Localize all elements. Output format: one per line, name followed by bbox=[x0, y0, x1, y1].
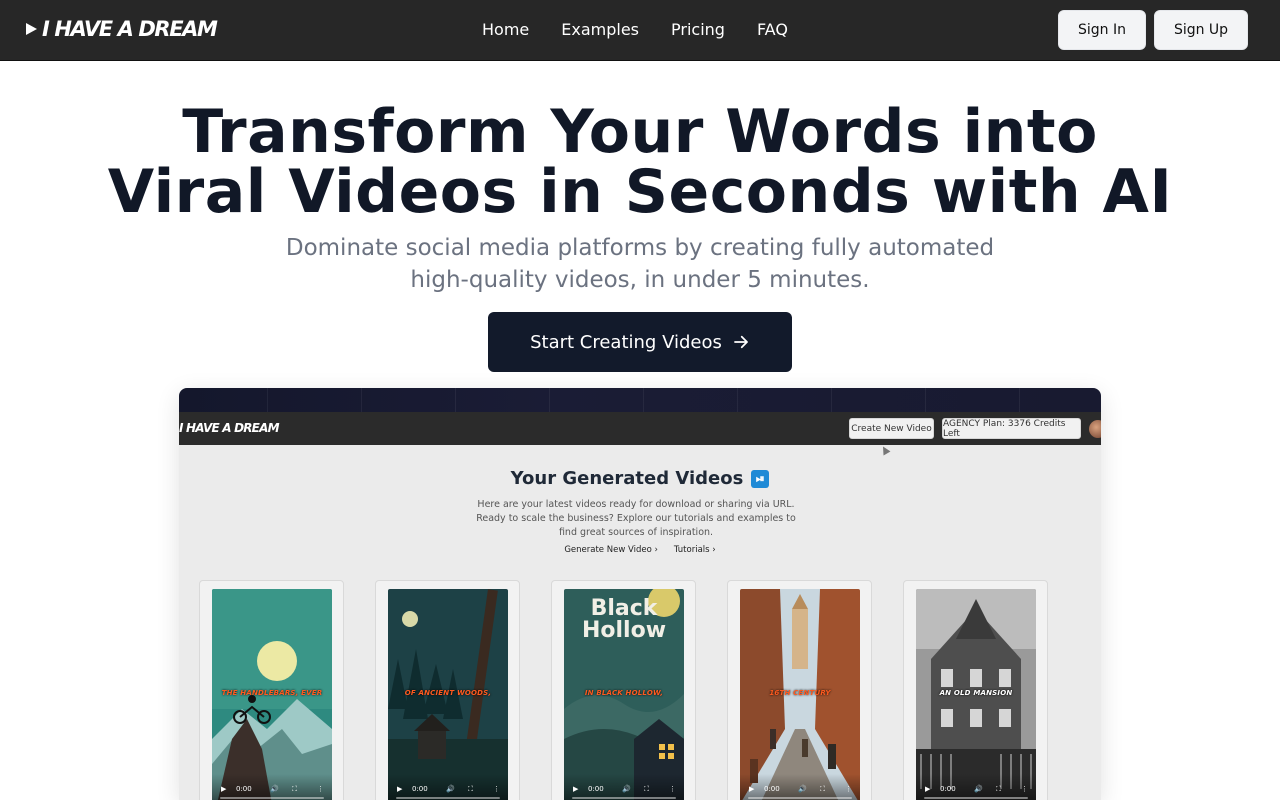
nav-link-faq[interactable]: FAQ bbox=[757, 19, 788, 41]
video-card: AN OLD MANSION ▶ 0:00 🔊 ⛶ ⋮ bbox=[903, 580, 1048, 800]
preview-navbar: I HAVE A DREAM Create New Video AGENCY P… bbox=[179, 412, 1101, 445]
preview-links: Generate New Video › Tutorials › bbox=[179, 545, 1101, 555]
video-controls: ▶ 0:00 🔊 ⛶ ⋮ bbox=[388, 774, 508, 800]
tutorials-link[interactable]: Tutorials › bbox=[674, 545, 716, 555]
video-card: Black Hollow IN BLACK HOLLOW, ▶ 0:00 🔊 ⛶… bbox=[551, 580, 696, 800]
sign-in-button[interactable]: Sign In bbox=[1058, 10, 1146, 50]
nav-link-examples[interactable]: Examples bbox=[561, 19, 639, 41]
video-player[interactable]: AN OLD MANSION ▶ 0:00 🔊 ⛶ ⋮ bbox=[916, 589, 1036, 800]
video-controls: ▶ 0:00 🔊 ⛶ ⋮ bbox=[916, 774, 1036, 800]
video-progress-track[interactable] bbox=[572, 797, 676, 799]
cursor-icon bbox=[879, 444, 891, 456]
play-icon[interactable]: ▶ bbox=[221, 785, 226, 793]
hero-subtitle-line-2: high-quality videos, in under 5 minutes. bbox=[410, 267, 870, 293]
play-icon[interactable]: ▶ bbox=[573, 785, 578, 793]
video-caption: OF ANCIENT WOODS, bbox=[404, 689, 492, 697]
cta-label: Start Creating Videos bbox=[530, 331, 722, 353]
video-caption: IN BLACK HOLLOW, bbox=[584, 689, 664, 697]
more-options-icon[interactable]: ⋮ bbox=[493, 785, 500, 793]
video-card: THE HANDLEBARS, EVER ▶ 0:00 🔊 ⛶ ⋮ bbox=[199, 580, 344, 800]
play-pause-icon: ⏯ bbox=[751, 469, 770, 488]
generate-new-video-link[interactable]: Generate New Video › bbox=[564, 545, 658, 555]
preview-heading-text: Your Generated Videos bbox=[510, 468, 744, 489]
preview-logo: I HAVE A DREAM bbox=[179, 421, 280, 435]
top-navbar: I HAVE A DREAM Home Examples Pricing FAQ… bbox=[0, 0, 1280, 61]
fullscreen-icon[interactable]: ⛶ bbox=[820, 785, 825, 794]
video-time: 0:00 bbox=[940, 785, 956, 793]
video-player[interactable]: OF ANCIENT WOODS, ▶ 0:00 🔊 ⛶ ⋮ bbox=[388, 589, 508, 800]
hero-subtitle: Dominate social media platforms by creat… bbox=[260, 232, 1020, 296]
nav-link-pricing[interactable]: Pricing bbox=[671, 19, 725, 41]
volume-icon[interactable]: 🔊 bbox=[622, 785, 631, 793]
video-time: 0:00 bbox=[588, 785, 604, 793]
play-icon[interactable]: ▶ bbox=[397, 785, 402, 793]
hero-title-line-2: Viral Videos in Seconds with AI bbox=[107, 157, 1173, 227]
video-player[interactable]: 16TH CENTURY ▶ 0:00 🔊 ⛶ ⋮ bbox=[740, 589, 860, 800]
video-controls: ▶ 0:00 🔊 ⛶ ⋮ bbox=[740, 774, 860, 800]
video-caption: AN OLD MANSION bbox=[939, 689, 1013, 697]
more-options-icon[interactable]: ⋮ bbox=[1021, 785, 1028, 793]
video-player[interactable]: Black Hollow IN BLACK HOLLOW, ▶ 0:00 🔊 ⛶… bbox=[564, 589, 684, 800]
video-time: 0:00 bbox=[412, 785, 428, 793]
video-time: 0:00 bbox=[764, 785, 780, 793]
volume-icon[interactable]: 🔊 bbox=[798, 785, 807, 793]
volume-icon[interactable]: 🔊 bbox=[270, 785, 279, 793]
hero-title: Transform Your Words into Viral Videos i… bbox=[0, 102, 1280, 222]
video-player[interactable]: THE HANDLEBARS, EVER ▶ 0:00 🔊 ⛶ ⋮ bbox=[212, 589, 332, 800]
video-time: 0:00 bbox=[236, 785, 252, 793]
preview-top-strip bbox=[179, 388, 1101, 412]
logo-text: I HAVE A DREAM bbox=[42, 17, 218, 41]
play-icon[interactable]: ▶ bbox=[925, 785, 930, 793]
create-new-video-button[interactable]: Create New Video bbox=[849, 418, 934, 439]
video-progress-track[interactable] bbox=[924, 797, 1028, 799]
video-caption: 16TH CENTURY bbox=[769, 689, 831, 697]
avatar[interactable] bbox=[1089, 420, 1101, 438]
more-options-icon[interactable]: ⋮ bbox=[845, 785, 852, 793]
volume-icon[interactable]: 🔊 bbox=[446, 785, 455, 793]
play-icon[interactable]: ▶ bbox=[749, 785, 754, 793]
video-controls: ▶ 0:00 🔊 ⛶ ⋮ bbox=[564, 774, 684, 800]
more-options-icon[interactable]: ⋮ bbox=[669, 785, 676, 793]
fullscreen-icon[interactable]: ⛶ bbox=[468, 785, 473, 794]
nav-links: Home Examples Pricing FAQ bbox=[482, 19, 788, 41]
video-card: OF ANCIENT WOODS, ▶ 0:00 🔊 ⛶ ⋮ bbox=[375, 580, 520, 800]
hero-subtitle-line-1: Dominate social media platforms by creat… bbox=[285, 235, 995, 261]
app-preview: I HAVE A DREAM Create New Video AGENCY P… bbox=[179, 388, 1101, 800]
play-icon bbox=[26, 23, 37, 35]
video-progress-track[interactable] bbox=[748, 797, 852, 799]
fullscreen-icon[interactable]: ⛶ bbox=[292, 785, 297, 794]
preview-description: Here are your latest videos ready for do… bbox=[476, 499, 796, 538]
start-creating-videos-button[interactable]: Start Creating Videos bbox=[488, 312, 792, 372]
logo[interactable]: I HAVE A DREAM bbox=[26, 17, 218, 41]
video-title-hollow: Hollow bbox=[582, 618, 666, 643]
video-card: 16TH CENTURY ▶ 0:00 🔊 ⛶ ⋮ bbox=[727, 580, 872, 800]
volume-icon[interactable]: 🔊 bbox=[974, 785, 983, 793]
sign-up-button[interactable]: Sign Up bbox=[1154, 10, 1248, 50]
fullscreen-icon[interactable]: ⛶ bbox=[996, 785, 1001, 794]
arrow-right-icon bbox=[733, 335, 748, 349]
video-controls: ▶ 0:00 🔊 ⛶ ⋮ bbox=[212, 774, 332, 800]
video-progress-track[interactable] bbox=[396, 797, 500, 799]
plan-credits-button[interactable]: AGENCY Plan: 3376 Credits Left bbox=[942, 418, 1081, 439]
fullscreen-icon[interactable]: ⛶ bbox=[644, 785, 649, 794]
video-caption: THE HANDLEBARS, EVER bbox=[221, 689, 323, 697]
more-options-icon[interactable]: ⋮ bbox=[317, 785, 324, 793]
nav-link-home[interactable]: Home bbox=[482, 19, 529, 41]
video-progress-track[interactable] bbox=[220, 797, 324, 799]
preview-heading: Your Generated Videos ⏯ bbox=[179, 468, 1101, 489]
